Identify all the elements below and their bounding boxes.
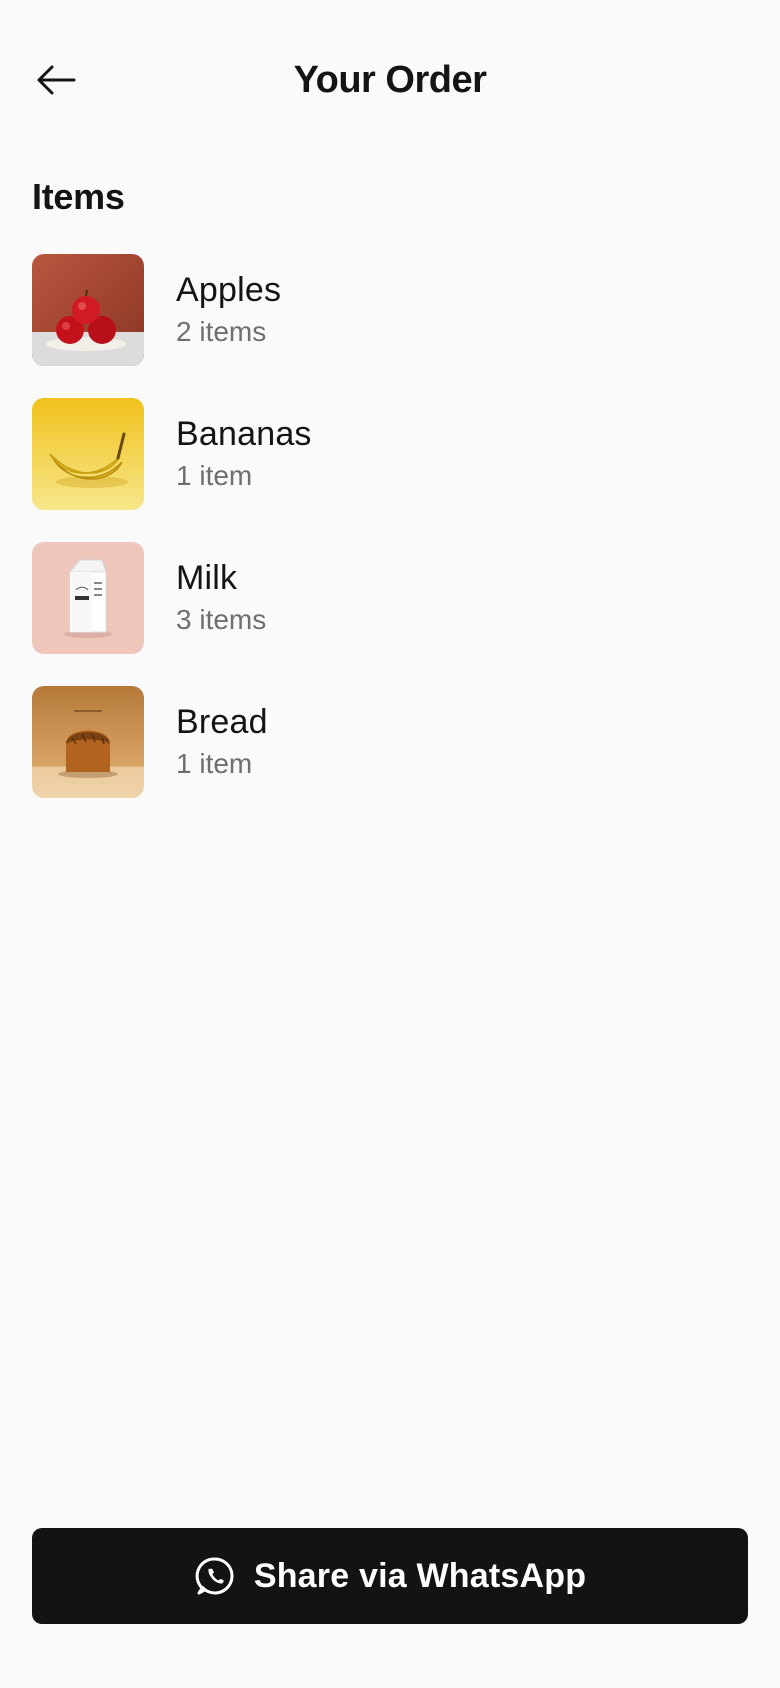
list-item-apples[interactable]: Apples 2 items	[32, 254, 748, 366]
item-name: Bread	[176, 703, 268, 741]
item-name: Milk	[176, 559, 238, 597]
milk-carton-image	[32, 542, 144, 654]
item-quantity: 1 item	[176, 748, 253, 779]
bananas-image	[32, 398, 144, 510]
item-quantity: 1 item	[176, 460, 253, 491]
order-item-list: Apples 2 items Bananas 1 item Milk 3 ite…	[32, 254, 748, 830]
item-quantity: 2 items	[176, 316, 267, 347]
section-title-items: Items	[32, 176, 125, 217]
item-name: Apples	[176, 271, 282, 309]
bread-loaf-image	[32, 686, 144, 798]
share-button-label: Share via WhatsApp	[253, 1556, 587, 1595]
apples-image	[32, 254, 144, 366]
app-header: Your Order	[0, 0, 780, 160]
share-whatsapp-button[interactable]: Share via WhatsApp	[32, 1528, 748, 1624]
item-quantity: 3 items	[176, 604, 267, 635]
list-item-bananas[interactable]: Bananas 1 item	[32, 398, 748, 510]
page-title: Your Order	[293, 59, 487, 101]
whatsapp-icon	[194, 1555, 236, 1597]
item-name: Bananas	[176, 415, 312, 453]
list-item-milk[interactable]: Milk 3 items	[32, 542, 748, 654]
list-item-bread[interactable]: Bread 1 item	[32, 686, 748, 798]
